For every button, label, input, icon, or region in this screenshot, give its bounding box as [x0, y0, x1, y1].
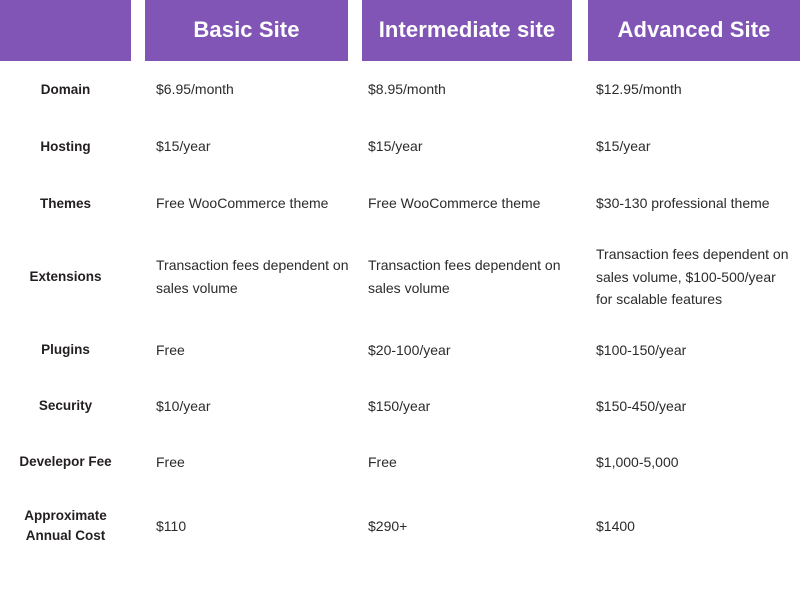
table-row-label-hosting: Hosting [40, 138, 91, 154]
table-cell-approximate-annual-cost-advanced: $1400 [596, 517, 635, 534]
table-row-label-extensions: Extensions [29, 269, 102, 285]
table-cell-security-advanced: $150-450/year [596, 397, 687, 414]
table-row-label-developer-fee: Develepor Fee [19, 454, 112, 470]
table-row: Extensions Transaction fees dependent on… [0, 232, 800, 322]
table-cell-hosting-intermediate: $15/year [368, 138, 423, 155]
table-row: Domain $6.95/month $8.95/month $12.95/mo… [0, 61, 800, 118]
table-row: Develepor Fee Free Free $1,000-5,000 [0, 434, 800, 490]
table-cell-extensions-advanced: Transaction fees dependent on sales volu… [596, 245, 789, 308]
table-cell-developer-fee-intermediate: Free [368, 453, 397, 470]
table-cell-approximate-annual-cost-basic: $110 [156, 517, 187, 534]
table-header-label-advanced-site: Advanced Site [617, 17, 771, 43]
table-cell-security-intermediate: $150/year [368, 397, 431, 414]
table-row: Plugins Free $20-100/year $100-150/year [0, 322, 800, 378]
table-cell-extensions-basic: Transaction fees dependent on sales volu… [156, 257, 349, 296]
table-header-cell-advanced-site: Advanced Site [588, 0, 800, 61]
table-cell-plugins-advanced: $100-150/year [596, 341, 687, 358]
table-row-label-plugins: Plugins [41, 342, 90, 358]
table-body: Domain $6.95/month $8.95/month $12.95/mo… [0, 61, 800, 600]
table-cell-plugins-intermediate: $20-100/year [368, 341, 451, 358]
table-cell-domain-intermediate: $8.95/month [368, 81, 446, 98]
table-row-label-themes: Themes [39, 195, 92, 211]
table-cell-plugins-basic: Free [156, 341, 185, 358]
table-cell-hosting-basic: $15/year [156, 138, 211, 155]
table-header-cell-intermediate-site: Intermediate site [362, 0, 572, 61]
table-header-label-basic-site: Basic Site [193, 17, 300, 43]
table-row: Approximate Annual Cost $110 $290+ $1400 [0, 490, 800, 562]
table-header-cell-corner [0, 0, 131, 61]
table-row: Themes Free WooCommerce theme Free WooCo… [0, 175, 800, 232]
table-cell-themes-basic: Free WooCommerce theme [156, 195, 329, 212]
table-row-label-approximate-annual-cost: Approximate Annual Cost [24, 508, 107, 543]
table-cell-developer-fee-basic: Free [156, 453, 185, 470]
table-row-label-security: Security [38, 398, 93, 414]
table-cell-extensions-intermediate: Transaction fees dependent on sales volu… [368, 257, 561, 296]
pricing-comparison-table: Basic Site Intermediate site Advanced Si… [0, 0, 800, 600]
table-cell-domain-advanced: $12.95/month [596, 81, 682, 98]
table-cell-themes-intermediate: Free WooCommerce theme [368, 195, 541, 212]
table-header-label-intermediate-site: Intermediate site [378, 17, 556, 43]
table-cell-approximate-annual-cost-intermediate: $290+ [368, 517, 408, 534]
table-cell-themes-advanced: $30-130 professional theme [596, 195, 770, 212]
table-cell-domain-basic: $6.95/month [156, 81, 234, 98]
table-row-label-domain: Domain [40, 81, 91, 97]
table-cell-security-basic: $10/year [156, 397, 211, 414]
table-cell-hosting-advanced: $15/year [596, 138, 651, 155]
table-cell-developer-fee-advanced: $1,000-5,000 [596, 453, 679, 470]
table-row: Hosting $15/year $15/year $15/year [0, 118, 800, 175]
table-header-row: Basic Site Intermediate site Advanced Si… [0, 0, 800, 61]
table-row: Security $10/year $150/year $150-450/yea… [0, 378, 800, 434]
table-header-cell-basic-site: Basic Site [145, 0, 348, 61]
